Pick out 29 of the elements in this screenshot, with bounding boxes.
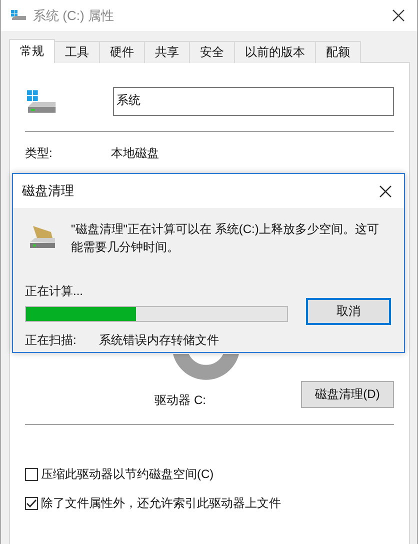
window-title: 系统 (C:) 属性 [33, 6, 115, 24]
tab[interactable]: 配额 [315, 41, 361, 63]
tab[interactable]: 常规 [9, 39, 55, 63]
tab[interactable]: 以前的版本 [234, 41, 316, 63]
checkbox-label: 除了文件属性外，还允许索引此驱动器上文件 [41, 495, 281, 512]
tab[interactable]: 工具 [54, 41, 100, 63]
tab[interactable]: 硬件 [99, 41, 145, 63]
checkbox[interactable] [25, 497, 38, 510]
type-label: 类型: [25, 145, 54, 162]
drive-icon [27, 90, 57, 114]
name-field[interactable]: 系统 [112, 87, 394, 116]
tab[interactable]: 共享 [144, 41, 190, 63]
scan-label: 正在扫描: [25, 332, 78, 349]
close-icon[interactable] [392, 9, 405, 22]
disk-cleanup-button[interactable]: 磁盘清理(D) [301, 381, 394, 408]
checkbox-label: 压缩此驱动器以节约磁盘空间(C) [41, 466, 214, 483]
checkbox[interactable] [25, 468, 38, 481]
status-text: 正在计算... [25, 283, 84, 300]
scan-item: 系统错误内存转储文件 [99, 332, 219, 349]
disk-cleanup-icon [27, 224, 57, 250]
ring-drawing [172, 354, 238, 380]
cancel-button[interactable]: 取消 [306, 298, 391, 325]
type-value: 本地磁盘 [111, 145, 159, 162]
dialog-title: 磁盘清理 [22, 182, 74, 200]
drive-label: 驱动器 C: [154, 392, 206, 409]
tab[interactable]: 安全 [189, 41, 235, 63]
close-icon[interactable] [379, 184, 392, 198]
drive-icon [11, 10, 27, 22]
dialog-message: "磁盘清理"正在计算可以在 系统(C:)上释放多少空间。这可能需要几分钟时间。 [71, 221, 380, 256]
